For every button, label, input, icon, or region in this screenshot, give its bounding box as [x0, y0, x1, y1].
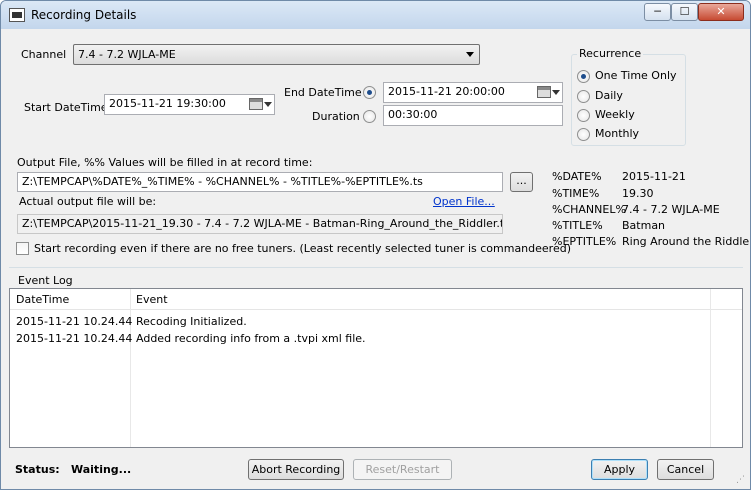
actual-output-label: Actual output file will be: — [19, 195, 157, 208]
minimize-icon: ─ — [654, 5, 661, 18]
close-icon: ✕ — [716, 5, 726, 18]
end-datetime-value: 2015-11-21 20:00:00 — [388, 85, 505, 98]
column-divider — [130, 289, 131, 447]
title-bar[interactable]: Recording Details ─ ☐ ✕ — [1, 1, 750, 29]
recurrence-daily-radio[interactable] — [577, 90, 590, 103]
start-datetime-label: Start DateTime — [24, 101, 108, 114]
chevron-down-icon — [264, 102, 272, 107]
apply-button[interactable]: Apply — [591, 459, 648, 480]
event-log-divider — [9, 267, 743, 268]
actual-output-value: Z:\TEMPCAP\2015-11-21_19.30 - 7.4 - 7.2 … — [22, 217, 503, 230]
output-file-label: Output File, %% Values will be filled in… — [17, 156, 313, 169]
recurrence-monthly-label[interactable]: Monthly — [595, 127, 639, 140]
close-button[interactable]: ✕ — [698, 3, 744, 21]
channel-select[interactable]: 7.4 - 7.2 WJLA-ME — [73, 44, 480, 65]
recurrence-weekly-label[interactable]: Weekly — [595, 108, 635, 121]
column-header-datetime[interactable]: DateTime — [16, 293, 69, 306]
duration-label: Duration — [312, 110, 360, 123]
chevron-down-icon — [552, 90, 560, 95]
recurrence-one-time-label[interactable]: One Time Only — [595, 69, 677, 82]
resize-grip-icon[interactable]: ⋰ — [736, 475, 745, 485]
var-eptitle-value: Ring Around the Riddler — [622, 235, 751, 248]
var-time-key: %TIME% — [552, 187, 600, 200]
force-tuner-checkbox[interactable] — [16, 242, 29, 255]
duration-value: 00:30:00 — [388, 108, 438, 121]
var-title-value: Batman — [622, 219, 666, 232]
maximize-icon: ☐ — [679, 5, 690, 18]
output-file-value: Z:\TEMPCAP\%DATE%_%TIME% - %CHANNEL% - %… — [22, 175, 423, 188]
event-log-header: DateTime Event — [10, 289, 742, 310]
end-datetime-picker[interactable]: 2015-11-21 20:00:00 — [383, 82, 563, 103]
channel-select-value: 7.4 - 7.2 WJLA-ME — [78, 48, 176, 61]
channel-label: Channel — [21, 48, 67, 61]
log-row-datetime[interactable]: 2015-11-21 10.24.44 — [16, 315, 132, 328]
end-datetime-radio[interactable] — [363, 86, 376, 99]
cancel-button[interactable]: Cancel — [657, 459, 714, 480]
chevron-down-icon — [466, 52, 474, 57]
var-eptitle-key: %EPTITLE% — [552, 235, 617, 248]
duration-input[interactable]: 00:30:00 — [383, 105, 563, 126]
var-channel-key: %CHANNEL% — [552, 203, 626, 216]
recurrence-one-time-radio[interactable] — [577, 70, 590, 83]
abort-recording-button[interactable]: Abort Recording — [248, 459, 344, 480]
end-datetime-label: End DateTime — [284, 86, 362, 99]
status-label: Status: — [15, 463, 60, 476]
browse-button[interactable]: ... — [510, 172, 533, 192]
app-icon — [9, 8, 25, 22]
recording-details-window: Recording Details ─ ☐ ✕ Channel 7.4 - 7.… — [0, 0, 751, 490]
actual-output-field: Z:\TEMPCAP\2015-11-21_19.30 - 7.4 - 7.2 … — [17, 214, 503, 234]
reset-restart-button[interactable]: Reset/Restart — [353, 459, 452, 480]
recurrence-weekly-radio[interactable] — [577, 109, 590, 122]
output-file-input[interactable]: Z:\TEMPCAP\%DATE%_%TIME% - %CHANNEL% - %… — [17, 172, 503, 192]
var-title-key: %TITLE% — [552, 219, 603, 232]
open-file-link[interactable]: Open File... — [433, 195, 495, 208]
start-datetime-picker[interactable]: 2015-11-21 19:30:00 — [104, 94, 275, 115]
maximize-button[interactable]: ☐ — [671, 3, 698, 21]
window-title: Recording Details — [31, 8, 137, 22]
event-log-title: Event Log — [16, 274, 75, 287]
minimize-button[interactable]: ─ — [644, 3, 671, 21]
recurrence-daily-label[interactable]: Daily — [595, 89, 623, 102]
calendar-icon[interactable] — [249, 98, 263, 110]
start-datetime-value: 2015-11-21 19:30:00 — [109, 97, 226, 110]
calendar-icon[interactable] — [537, 86, 551, 98]
column-header-event[interactable]: Event — [136, 293, 168, 306]
recurrence-title: Recurrence — [577, 47, 644, 60]
recurrence-monthly-radio[interactable] — [577, 128, 590, 141]
column-divider — [710, 289, 711, 447]
status-value: Waiting... — [71, 463, 132, 476]
event-log-list[interactable]: DateTime Event 2015-11-21 10.24.44 Recod… — [9, 288, 743, 448]
log-row-datetime[interactable]: 2015-11-21 10.24.44 — [16, 332, 132, 345]
log-row-event[interactable]: Recoding Initialized. — [136, 315, 247, 328]
duration-radio[interactable] — [363, 110, 376, 123]
var-channel-value: 7.4 - 7.2 WJLA-ME — [622, 203, 720, 216]
var-time-value: 19.30 — [622, 187, 654, 200]
var-date-value: 2015-11-21 — [622, 170, 686, 183]
log-row-event[interactable]: Added recording info from a .tvpi xml fi… — [136, 332, 366, 345]
var-date-key: %DATE% — [552, 170, 602, 183]
force-tuner-label[interactable]: Start recording even if there are no fre… — [34, 242, 571, 255]
